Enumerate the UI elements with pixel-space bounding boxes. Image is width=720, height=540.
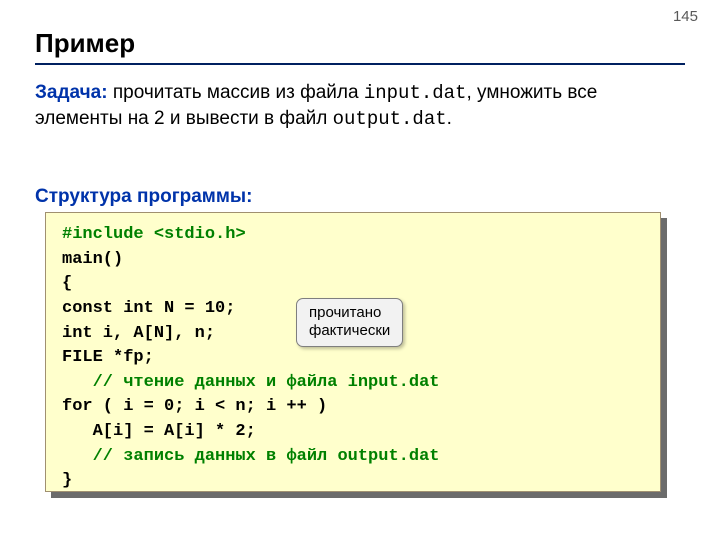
file-name-input: input.dat bbox=[364, 82, 467, 104]
code-indent bbox=[62, 447, 93, 466]
title-divider bbox=[35, 63, 685, 65]
task-part-1: прочитать массив из файла bbox=[108, 82, 364, 103]
code-include: #include bbox=[62, 225, 154, 244]
code-line: for ( i = 0; i < n; i ++ ) bbox=[62, 397, 327, 416]
page-number: 145 bbox=[673, 8, 698, 25]
code-line: FILE *fp; bbox=[62, 348, 154, 367]
code-line: main() bbox=[62, 250, 123, 269]
code-comment: // чтение данных и файла input.dat bbox=[93, 373, 440, 392]
task-label: Задача: bbox=[35, 82, 108, 103]
code-line: const int N = 10; bbox=[62, 299, 235, 318]
code-line: } bbox=[62, 471, 72, 490]
code-line: A[i] = A[i] * 2; bbox=[62, 422, 256, 441]
code-line: { bbox=[62, 274, 72, 293]
code-line: int i, A[N], n; bbox=[62, 324, 215, 343]
callout-line-2: фактически bbox=[309, 322, 390, 339]
code-include-header: <stdio.h> bbox=[154, 225, 246, 244]
title-block: Пример bbox=[35, 28, 685, 65]
code-indent bbox=[62, 373, 93, 392]
page-title: Пример bbox=[35, 28, 685, 59]
callout-annotation: прочитано фактически bbox=[296, 298, 403, 347]
callout-line-1: прочитано bbox=[309, 304, 381, 321]
structure-label: Структура программы: bbox=[35, 186, 252, 208]
task-text: Задача: прочитать массив из файла input.… bbox=[35, 80, 685, 132]
code-block: #include <stdio.h> main() { const int N … bbox=[45, 212, 661, 492]
file-name-output: output.dat bbox=[333, 108, 447, 130]
task-part-3: . bbox=[447, 108, 452, 129]
code-comment: // запись данных в файл output.dat bbox=[93, 447, 440, 466]
